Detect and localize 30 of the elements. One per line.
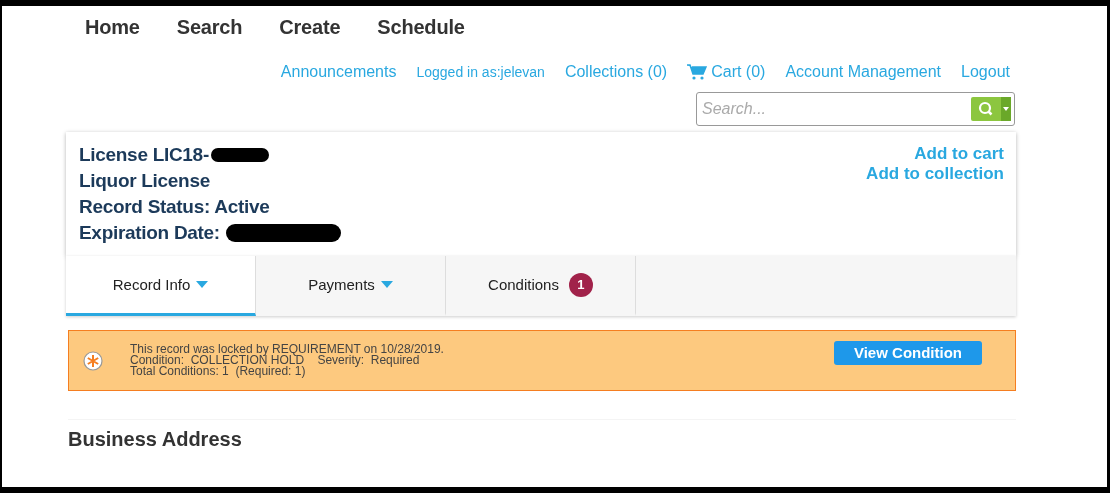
action-link[interactable]: Add to cart bbox=[914, 144, 1004, 164]
record-text: Expiration Date: bbox=[79, 222, 220, 244]
nav-item[interactable]: Home bbox=[85, 16, 140, 40]
nav-item[interactable]: Create bbox=[279, 16, 341, 40]
tab[interactable]: Conditions 1 bbox=[446, 256, 636, 316]
search-field[interactable]: Search... bbox=[696, 92, 1015, 126]
section-title: Business Address bbox=[68, 419, 1016, 451]
nav-item[interactable]: Search bbox=[176, 16, 243, 40]
action-link[interactable]: Add to collection bbox=[866, 164, 1004, 184]
cart-icon bbox=[687, 64, 708, 80]
header-link[interactable]: Account Management bbox=[785, 63, 942, 81]
search-button[interactable] bbox=[971, 97, 1011, 121]
notice-text: Condition: COLLECTION HOLD Severity: Required bbox=[130, 355, 421, 366]
notice-text: Total Conditions: 1 (Required: 1) bbox=[130, 366, 307, 377]
tab[interactable]: Payments bbox=[256, 256, 446, 316]
nav-item[interactable]: Schedule bbox=[377, 16, 465, 40]
asterisk-icon bbox=[83, 350, 103, 371]
view-condition-button[interactable]: View Condition bbox=[834, 340, 982, 365]
record-text: License LIC18- bbox=[79, 144, 209, 166]
record-text: Record Status: Active bbox=[79, 196, 270, 218]
logged-in-user: Logged in as:jelevan bbox=[416, 64, 545, 80]
tab[interactable]: Record Info bbox=[66, 256, 256, 316]
record-text: Liquor License bbox=[79, 170, 210, 192]
header-link[interactable]: Logout bbox=[961, 63, 1010, 81]
cart-link[interactable]: Cart (0) bbox=[687, 63, 766, 81]
header-link[interactable]: Announcements bbox=[280, 63, 397, 81]
header-link[interactable]: Collections (0) bbox=[564, 63, 668, 81]
caret-icon bbox=[1003, 107, 1009, 111]
count-badge: 1 bbox=[568, 272, 593, 297]
notice-text: This record was locked by REQUIREMENT on 10/28/2019. bbox=[130, 344, 445, 355]
